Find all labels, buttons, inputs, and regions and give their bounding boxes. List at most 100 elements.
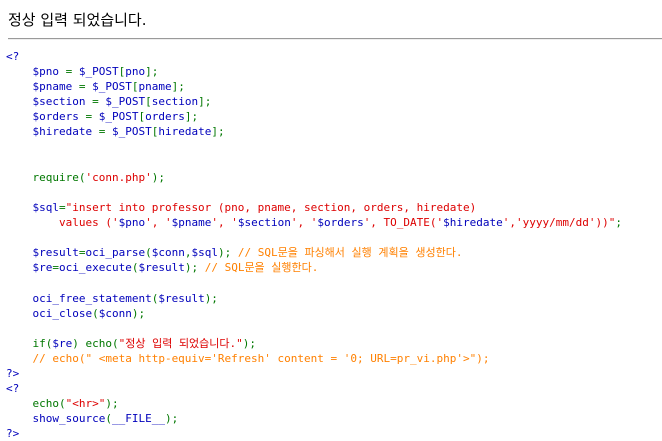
source-line: oci_free_statement($result); [6, 291, 622, 306]
source-token: [ [145, 95, 152, 109]
source-token: oci_parse [85, 246, 146, 260]
source-token: $orders [317, 216, 364, 230]
source-token: $hiredate [443, 216, 503, 230]
source-token: ]; [145, 65, 159, 79]
source-token: = [92, 95, 106, 109]
source-token: $sql [191, 246, 218, 260]
source-token: $_POST [105, 95, 146, 109]
source-token: // SQL문을 실행한다. [204, 261, 319, 275]
source-token: $sql [6, 200, 59, 214]
source-line: ?> [6, 426, 622, 441]
source-line: // echo(" <meta http-equiv='Refresh' con… [6, 351, 622, 366]
source-line: ?> [6, 366, 622, 381]
source-token: pno [125, 65, 146, 79]
source-token: ( [92, 306, 99, 320]
source-line: $re=oci_execute($result); // SQL문을 실행한다. [6, 260, 622, 275]
source-token: ]; [198, 95, 212, 109]
source-token: $conn [151, 246, 185, 260]
page: 정상 입력 되었습니다. <? $pno = $_POST[pno]; $pna… [0, 0, 662, 441]
source-token: $_POST [78, 65, 119, 79]
source-token: = [58, 200, 66, 214]
source-line: $sql="insert into professor (pno, pname,… [6, 200, 622, 215]
source-line: $section = $_POST[section]; [6, 94, 622, 109]
source-line: echo("<hr>"); [6, 396, 622, 411]
source-token: // echo(" <meta http-equiv='Refresh' con… [6, 351, 490, 365]
source-token: "<hr>" [65, 397, 106, 411]
source-token: ); [164, 412, 179, 426]
source-line [6, 321, 622, 336]
source-line: if($re) echo("정상 입력 되었습니다."); [6, 336, 622, 351]
source-token: $result [158, 291, 205, 305]
source-token: $pno [118, 216, 146, 230]
source-token: require( [6, 170, 86, 184]
source-token: ', ' [290, 216, 318, 230]
source-token: ', TO_DATE(' [363, 216, 444, 230]
source-line: <? [6, 49, 622, 64]
source-token: ( [145, 246, 152, 260]
source-token: ]; [184, 110, 199, 124]
source-line: $pno = $_POST[pno]; [6, 64, 622, 79]
source-token: values (' [6, 216, 119, 230]
source-token: ); [105, 397, 119, 411]
source-token: ','yyyy/mm/dd'))" [502, 216, 616, 230]
source-token: $_POST [111, 125, 152, 139]
source-token: <? [6, 382, 20, 396]
source-line [6, 230, 622, 245]
source-token: = [85, 110, 99, 124]
source-token: ', ' [211, 216, 238, 230]
source-token: ); [217, 246, 238, 260]
source-token: $_POST [98, 110, 139, 124]
source-token: $section [237, 216, 291, 230]
source-token: = [98, 125, 112, 139]
source-token: $pno [6, 65, 66, 79]
source-token: = [65, 65, 79, 79]
horizontal-rule [8, 38, 662, 40]
source-token: // SQL문을 파싱해서 실행 계획을 생성한다. [237, 246, 463, 260]
success-message: 정상 입력 되었습니다. [8, 11, 147, 29]
source-token: ); [204, 291, 218, 305]
source-token: ?> [6, 366, 20, 380]
source-token: ); [151, 170, 165, 184]
source-token: hiredate [158, 125, 212, 139]
source-token: $result [6, 246, 79, 260]
source-line [6, 275, 622, 290]
source-line: oci_close($conn); [6, 306, 622, 321]
source-token: <? [6, 50, 20, 63]
php-source-code: <? $pno = $_POST[pno]; $pname = $_POST[p… [6, 49, 622, 441]
source-token: $pname [6, 80, 79, 94]
source-token: $_POST [92, 80, 132, 94]
source-line [6, 140, 622, 155]
source-token: ( [105, 412, 112, 426]
source-token: $pname [171, 216, 212, 230]
source-token: ', ' [145, 216, 172, 230]
source-token: pname [138, 80, 172, 94]
source-token: ); [184, 261, 205, 275]
source-token: section [151, 95, 199, 109]
source-token: 'conn.php' [85, 170, 152, 184]
source-token: $hiredate [6, 125, 99, 139]
source-token: = [52, 261, 59, 275]
source-token: ?> [6, 427, 20, 441]
source-token: $re [6, 261, 53, 275]
source-token: ); [242, 336, 257, 350]
source-line: show_source(__FILE__); [6, 411, 622, 426]
source-token: ]; [171, 80, 185, 94]
source-token: echo( [6, 397, 66, 411]
source-line [6, 185, 622, 200]
source-token: $conn [98, 306, 132, 320]
source-token: ) echo( [72, 336, 119, 350]
source-token: = [78, 80, 93, 94]
source-token: ); [131, 306, 146, 320]
source-line: $pname = $_POST[pname]; [6, 79, 622, 94]
source-line: require('conn.php'); [6, 170, 622, 185]
source-token: $orders [6, 110, 86, 124]
source-line: $result=oci_parse($conn,$sql); // SQL문을 … [6, 245, 622, 260]
source-token: $result [138, 261, 185, 275]
source-line: $hiredate = $_POST[hiredate]; [6, 124, 622, 139]
source-token: ]; [211, 125, 225, 139]
source-token: show_source [6, 412, 106, 426]
source-token: "insert into professor (pno, pname, sect… [65, 200, 477, 214]
source-token: oci_execute [58, 261, 132, 275]
source-token: $section [6, 95, 93, 109]
source-token: "정상 입력 되었습니다." [118, 336, 243, 350]
